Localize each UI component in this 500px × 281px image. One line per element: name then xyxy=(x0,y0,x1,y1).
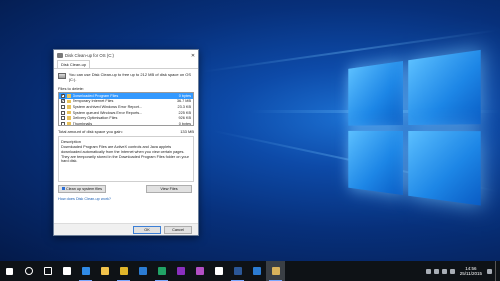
dialog-footer: OK Cancel xyxy=(54,223,198,235)
file-explorer-app[interactable] xyxy=(95,261,114,281)
file-row[interactable]: Delivery Optimisation Files 926 KB xyxy=(59,115,193,121)
onenote-app[interactable] xyxy=(171,261,190,281)
tab-disk-cleanup[interactable]: Disk Clean-up xyxy=(57,60,91,68)
file-name: Downloaded Program Files xyxy=(72,93,119,98)
folder-icon xyxy=(66,99,71,104)
total-value: 133 MB xyxy=(180,129,194,134)
file-size: 0 bytes xyxy=(178,121,191,126)
file-name: Thumbnails xyxy=(72,121,93,126)
chevron-up-icon[interactable] xyxy=(425,268,431,274)
volume-icon[interactable] xyxy=(441,268,447,274)
xbox-icon xyxy=(214,267,223,275)
search-button[interactable] xyxy=(19,261,38,281)
file-row[interactable]: System archived Windows Error Report... 2… xyxy=(59,104,193,110)
folder-icon xyxy=(66,94,71,98)
file-checkbox[interactable]: ✓ xyxy=(61,93,65,98)
task-view-button[interactable] xyxy=(38,261,57,281)
ok-button[interactable]: OK xyxy=(133,226,161,234)
intro-text: You can use Disk Clean-up to free up to … xyxy=(68,72,192,82)
photos-icon xyxy=(252,267,261,275)
file-checkbox[interactable]: ✓ xyxy=(61,99,65,104)
taskbar: 14:56 25/11/2015 xyxy=(0,261,500,281)
folder-icon xyxy=(66,110,71,115)
xbox-app[interactable] xyxy=(209,261,228,281)
store-app[interactable] xyxy=(57,261,76,281)
folder-icon xyxy=(66,105,71,109)
file-checkbox[interactable] xyxy=(61,121,65,125)
notification-icon[interactable] xyxy=(487,268,492,274)
file-checkbox[interactable] xyxy=(61,110,65,115)
disk-cleanup-app[interactable] xyxy=(266,261,285,281)
video-icon xyxy=(195,267,204,275)
files-to-delete-list[interactable]: ✓ Downloaded Program Files 0 bytes ✓ Tempora… xyxy=(58,92,194,126)
description-label: Description xyxy=(61,139,82,144)
description-group: Description Downloaded Program Files are… xyxy=(58,136,194,182)
store-icon xyxy=(62,267,71,275)
chrome-app[interactable] xyxy=(114,261,133,281)
clock-date: 25/11/2015 xyxy=(459,271,482,276)
edge-icon xyxy=(81,267,90,275)
task-view-icon xyxy=(43,267,52,275)
file-name: System archived Windows Error Report... xyxy=(72,104,143,109)
file-row[interactable]: System queued Windows Error Reports... 22… xyxy=(59,110,193,116)
chrome-icon xyxy=(119,267,128,275)
view-files-button[interactable]: View Files xyxy=(146,185,192,193)
file-explorer-icon xyxy=(100,267,109,275)
disk-cleanup-dialog: Disk Clean-up for OS (C:) ✕ Disk Clean-u… xyxy=(53,49,199,236)
disk-cleanup-icon xyxy=(271,267,280,275)
show-desktop-button[interactable] xyxy=(495,261,497,281)
folder-icon xyxy=(66,122,71,125)
disk-cleanup-icon xyxy=(57,53,63,58)
windows-logo xyxy=(348,48,492,212)
mail-icon xyxy=(138,267,147,275)
mail-app[interactable] xyxy=(133,261,152,281)
clock[interactable]: 14:56 25/11/2015 xyxy=(460,266,482,277)
file-size: 225 KB xyxy=(178,110,191,115)
network-icon[interactable] xyxy=(433,268,439,274)
excel-app[interactable] xyxy=(152,261,171,281)
excel-icon xyxy=(157,267,166,275)
edge-app[interactable] xyxy=(76,261,95,281)
files-to-delete-label: Files to delete: xyxy=(58,86,85,91)
file-row[interactable]: Thumbnails 0 bytes xyxy=(59,121,193,126)
onenote-icon xyxy=(176,267,185,275)
file-name: System queued Windows Error Reports... xyxy=(72,110,143,115)
cancel-button[interactable]: Cancel xyxy=(164,226,192,234)
dialog-title: Disk Clean-up for OS (C:) xyxy=(65,53,114,58)
file-name: Delivery Optimisation Files xyxy=(72,116,118,121)
system-tray: 14:56 25/11/2015 xyxy=(425,261,500,281)
file-row[interactable]: ✓ Temporary Internet Files 36.7 MB xyxy=(59,99,193,105)
file-row[interactable]: ✓ Downloaded Program Files 0 bytes xyxy=(59,93,193,99)
drive-icon xyxy=(58,73,66,79)
word-app[interactable] xyxy=(228,261,247,281)
file-size: 0 bytes xyxy=(178,93,191,98)
word-icon xyxy=(233,267,242,275)
video-app[interactable] xyxy=(190,261,209,281)
tab-bar: Disk Clean-up xyxy=(54,60,198,69)
shield-icon xyxy=(61,187,65,190)
photos-app[interactable] xyxy=(247,261,266,281)
close-icon[interactable]: ✕ xyxy=(188,53,198,59)
help-link[interactable]: How does Disk Clean-up work? xyxy=(58,197,194,201)
start-icon xyxy=(6,267,13,275)
file-size: 23.3 KB xyxy=(177,104,191,109)
keyboard-icon[interactable] xyxy=(449,268,455,274)
start-button[interactable] xyxy=(0,261,19,281)
file-checkbox[interactable] xyxy=(61,116,65,121)
file-name: Temporary Internet Files xyxy=(72,99,114,104)
file-checkbox[interactable] xyxy=(61,104,65,109)
file-size: 36.7 MB xyxy=(176,99,191,104)
file-size: 926 KB xyxy=(178,116,191,121)
clean-up-system-files-button[interactable]: Clean up system files xyxy=(58,185,106,193)
total-label: Total amount of disk space you gain: xyxy=(58,129,123,134)
description-text: Downloaded Program Files are ActiveX con… xyxy=(61,145,189,164)
folder-icon xyxy=(66,116,71,120)
search-icon xyxy=(24,267,33,275)
